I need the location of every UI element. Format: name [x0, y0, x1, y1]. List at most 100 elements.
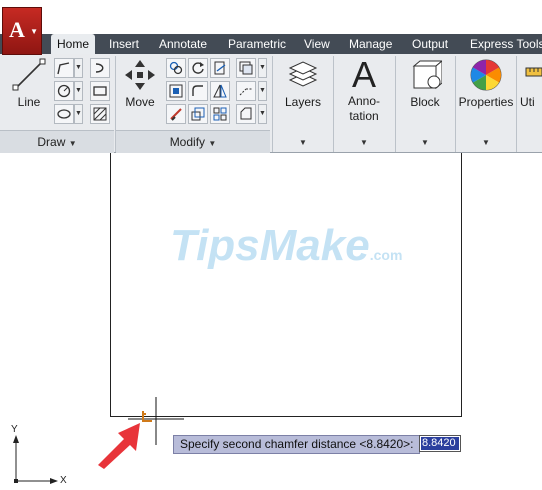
draw-panel-label: Draw — [37, 135, 66, 149]
modify-panel-label: Modify — [169, 135, 206, 149]
fillet-icon — [192, 85, 203, 96]
scale-icon — [191, 107, 205, 121]
tab-annotate[interactable]: Annotate — [159, 34, 207, 54]
tab-express-tools[interactable]: Express Tools — [470, 34, 542, 54]
drawing-canvas[interactable]: TipsMake.com Y X Specify second chamfer … — [0, 153, 542, 490]
panel-separator — [333, 56, 334, 152]
annotation-button[interactable]: A Anno- tation ▼ — [336, 56, 392, 150]
arc-button[interactable] — [90, 58, 110, 78]
hatch-icon — [93, 107, 107, 121]
measure-icon — [525, 67, 542, 77]
layers-icon — [288, 61, 318, 87]
polyline-button[interactable] — [54, 58, 74, 78]
red-arrow-icon — [98, 423, 140, 469]
fillet-button[interactable] — [188, 81, 208, 101]
erase-icon — [239, 61, 253, 75]
line-tool-button[interactable]: Line — [8, 58, 50, 110]
tab-manage[interactable]: Manage — [349, 34, 392, 54]
array-icon — [213, 107, 227, 121]
chamfer-distance-value: 8.8420 — [421, 437, 459, 450]
app-logo-icon: A — [9, 17, 25, 42]
ucs-x-label: X — [60, 475, 67, 486]
chevron-down-icon: ▼ — [360, 138, 368, 147]
circle-button[interactable] — [54, 81, 74, 101]
panel-separator — [395, 56, 396, 152]
drawn-rectangle — [110, 153, 462, 417]
block-icon — [412, 59, 444, 90]
polyline-icon — [57, 62, 70, 75]
array-button[interactable] — [210, 104, 230, 124]
ribbon-tab-bar: Home Insert Annotate Parametric View Man… — [0, 34, 542, 54]
title-bar — [0, 0, 542, 34]
explode-dropdown[interactable]: ▼ — [258, 81, 267, 101]
layers-button[interactable]: Layers ▼ — [276, 58, 330, 150]
ucs-y-label: Y — [11, 424, 18, 435]
rotate-button[interactable] — [188, 58, 208, 78]
hatch-button[interactable] — [90, 104, 110, 124]
command-prompt-tooltip: Specify second chamfer distance <8.8420>… — [173, 435, 421, 454]
erase-dropdown[interactable]: ▼ — [258, 58, 267, 78]
mirror-button[interactable] — [166, 81, 186, 101]
tab-home[interactable]: Home — [51, 34, 96, 54]
chevron-down-icon: ▼ — [208, 139, 217, 148]
ellipse-button[interactable] — [54, 104, 74, 124]
scale-button[interactable] — [188, 104, 208, 124]
chevron-down-icon: ▼ — [30, 27, 38, 36]
copy-button[interactable] — [166, 58, 186, 78]
chevron-down-icon: ▼ — [421, 138, 429, 147]
tab-insert[interactable]: Insert — [109, 34, 139, 54]
utilities-button[interactable]: Uti — [520, 58, 542, 150]
modify-panel-footer[interactable]: Modify ▼ — [116, 130, 270, 153]
rectangle-button[interactable] — [90, 81, 110, 101]
explode-icon — [239, 88, 252, 96]
utilities-label: Uti — [520, 95, 535, 109]
chevron-down-icon: ▼ — [482, 138, 490, 147]
chamfer-distance-input[interactable]: 8.8420 — [419, 435, 461, 452]
offset-icon — [240, 107, 252, 120]
properties-button[interactable]: Properties ▼ — [457, 58, 515, 150]
rectangle-icon — [93, 86, 107, 96]
circle-dropdown[interactable]: ▼ — [74, 81, 83, 101]
line-icon — [12, 58, 46, 91]
move-icon — [125, 60, 155, 90]
tab-parametric[interactable]: Parametric — [228, 34, 286, 54]
stretch-button[interactable] — [166, 104, 186, 124]
mirror-icon — [169, 84, 183, 98]
annotation-text-icon: A — [351, 54, 376, 95]
mirror-triangle-icon — [213, 84, 227, 98]
panel-separator — [455, 56, 456, 152]
color-wheel-icon — [470, 59, 502, 91]
application-menu-button[interactable]: A ▼ — [2, 7, 42, 55]
tab-view[interactable]: View — [304, 34, 330, 54]
annotation-label-line2: tation — [349, 109, 379, 123]
circle-icon — [57, 84, 71, 98]
ellipse-dropdown[interactable]: ▼ — [74, 104, 83, 124]
trim-icon — [214, 61, 226, 75]
array-triangle-button[interactable] — [210, 81, 230, 101]
offset-dropdown[interactable]: ▼ — [258, 104, 267, 124]
properties-label: Properties — [458, 95, 514, 109]
chevron-down-icon: ▼ — [299, 138, 307, 147]
arc-icon — [95, 63, 104, 73]
panel-separator — [516, 56, 517, 152]
chevron-down-icon: ▼ — [68, 139, 77, 148]
watermark-suffix: .com — [369, 247, 403, 263]
annotation-label-line1: Anno- — [347, 94, 381, 108]
copy-icon — [169, 61, 183, 75]
stretch-icon — [170, 108, 182, 121]
layers-label: Layers — [284, 95, 322, 109]
erase-button[interactable] — [236, 58, 256, 78]
block-label: Block — [410, 95, 440, 109]
offset-button[interactable] — [236, 104, 256, 124]
block-button[interactable]: Block ▼ — [398, 58, 452, 150]
line-tool-label: Line — [17, 95, 41, 109]
tab-output[interactable]: Output — [412, 34, 448, 54]
trim-button[interactable] — [210, 58, 230, 78]
explode-button[interactable] — [236, 81, 256, 101]
watermark: TipsMake.com — [170, 221, 402, 271]
polyline-dropdown[interactable]: ▼ — [74, 58, 83, 78]
move-tool-button[interactable]: Move — [120, 58, 160, 110]
watermark-text: TipsMake — [170, 221, 370, 270]
move-tool-label: Move — [125, 95, 155, 109]
draw-panel-footer[interactable]: Draw ▼ — [0, 130, 114, 153]
